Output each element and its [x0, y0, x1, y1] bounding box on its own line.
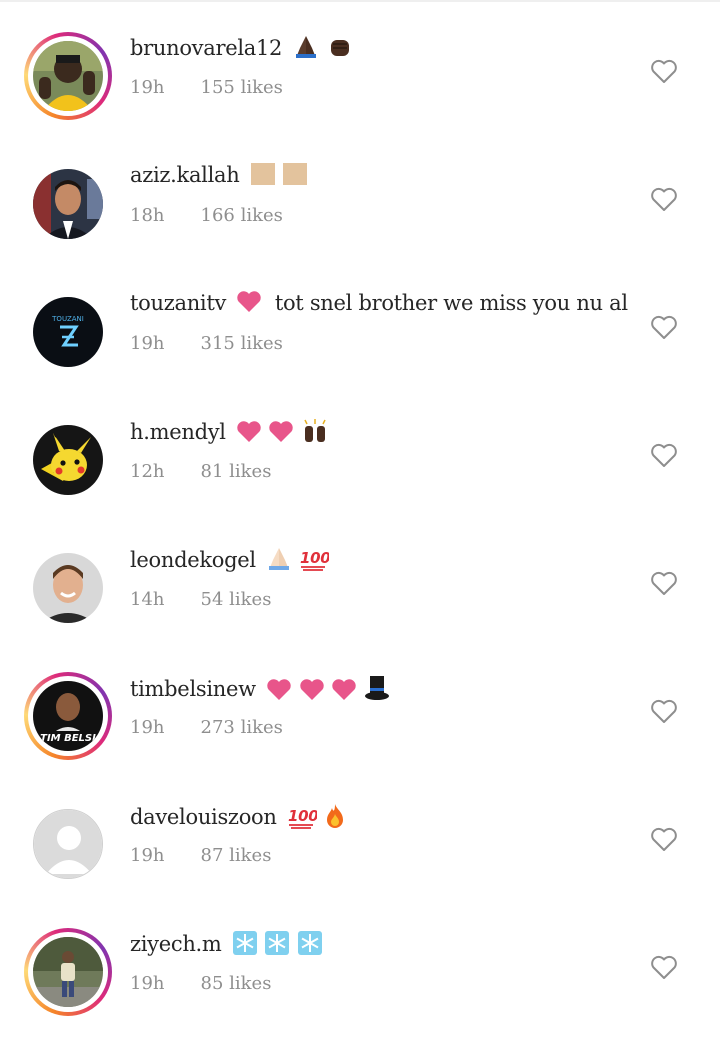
avatar-container — [24, 160, 112, 248]
comment-meta: 14h 54 likes — [130, 589, 271, 610]
pink-heart-icon — [332, 679, 356, 700]
svg-text:100: 100 — [300, 549, 329, 567]
default-avatar-icon — [34, 810, 102, 878]
snowflake-icon — [265, 931, 290, 955]
pink-heart-icon — [299, 679, 324, 700]
hundred-points-icon: 100 — [288, 807, 319, 829]
fire-icon — [327, 804, 344, 828]
comment-line: brunovarela12 — [130, 34, 353, 65]
comment-line: davelouiszoon 100 — [130, 802, 347, 835]
username[interactable]: h.mendyl — [130, 420, 226, 444]
timestamp: 19h — [130, 973, 165, 994]
story-ring[interactable] — [24, 928, 112, 1016]
timestamp: 19h — [130, 333, 165, 354]
avatar[interactable] — [33, 169, 103, 239]
avatar-container — [24, 544, 112, 632]
likes-count[interactable]: 85 likes — [201, 973, 272, 994]
comment-item: leondekogel 100 14h 54 likes — [0, 544, 720, 672]
comment-meta: 19h 87 likes — [130, 845, 271, 866]
comment-line: timbelsinew — [130, 674, 391, 707]
username[interactable]: ziyech.m — [130, 932, 222, 956]
username[interactable]: touzanitv — [130, 291, 226, 315]
story-ring[interactable] — [24, 32, 112, 120]
comment-item: aziz.kallah 18h 166 likes — [0, 160, 720, 288]
timestamp: 19h — [130, 717, 165, 738]
comment-line: ziyech.m — [130, 930, 323, 961]
pink-heart-icon — [269, 421, 294, 442]
avatar-container: TOUZANI — [24, 288, 112, 376]
timestamp: 19h — [130, 77, 165, 98]
avatar[interactable]: TIM BELSI — [33, 681, 103, 751]
timestamp: 14h — [130, 589, 165, 610]
pink-heart-icon — [237, 291, 262, 312]
comment-meta: 19h 85 likes — [130, 973, 271, 994]
comment-meta: 18h 166 likes — [130, 205, 283, 226]
logo-text: TIM BELSI — [40, 733, 96, 744]
svg-text:100: 100 — [288, 807, 317, 825]
avatar[interactable] — [33, 937, 103, 1007]
like-heart-icon[interactable] — [650, 570, 678, 596]
snowflake-icon — [297, 931, 322, 955]
avatar[interactable] — [33, 425, 103, 495]
avatar[interactable] — [33, 41, 103, 111]
story-ring[interactable]: TIM BELSI — [24, 672, 112, 760]
username[interactable]: davelouiszoon — [130, 805, 277, 829]
like-heart-icon[interactable] — [650, 186, 678, 212]
username[interactable]: aziz.kallah — [130, 163, 240, 187]
likes-count[interactable]: 87 likes — [201, 845, 272, 866]
comment-line: h.mendyl — [130, 418, 329, 449]
tan-square-icon — [283, 163, 308, 185]
likes-count[interactable]: 155 likes — [201, 77, 283, 98]
pink-heart-icon — [267, 679, 291, 700]
fist-icon — [330, 40, 349, 56]
comment-item: TOUZANI touzanitv tot snel brother we mi… — [0, 288, 720, 416]
avatar[interactable]: TOUZANI — [33, 297, 103, 367]
likes-count[interactable]: 54 likes — [201, 589, 272, 610]
avatar-container — [24, 416, 112, 504]
comment-meta: 12h 81 likes — [130, 461, 271, 482]
username[interactable]: timbelsinew — [130, 677, 256, 701]
praying-hands-icon — [296, 36, 317, 58]
top-divider — [0, 0, 720, 2]
timestamp: 19h — [130, 845, 165, 866]
like-heart-icon[interactable] — [650, 954, 678, 980]
comment-line: touzanitv tot snel brother we miss you n… — [130, 290, 628, 319]
hundred-points-icon: 100 — [300, 549, 330, 571]
username[interactable]: leondekogel — [130, 548, 256, 572]
top-hat-icon — [365, 676, 390, 700]
likes-count[interactable]: 166 likes — [201, 205, 283, 226]
like-heart-icon[interactable] — [650, 826, 678, 852]
like-heart-icon[interactable] — [650, 58, 678, 84]
comment-item: brunovarela12 19h 155 likes — [0, 32, 720, 160]
likes-count[interactable]: 81 likes — [201, 461, 272, 482]
like-heart-icon[interactable] — [650, 314, 678, 340]
comment-item: TIM BELSI timbelsinew 19h 273 likes — [0, 672, 720, 800]
timestamp: 18h — [130, 205, 165, 226]
comment-item: h.mendyl 12h 81 likes — [0, 416, 720, 544]
avatar-container — [24, 800, 112, 888]
avatar[interactable] — [33, 553, 103, 623]
pink-heart-icon — [237, 421, 261, 442]
likes-count[interactable]: 315 likes — [201, 333, 283, 354]
username[interactable]: brunovarela12 — [130, 36, 282, 60]
comment-text: tot snel brother we miss you nu al — [274, 291, 628, 315]
logo-text: TOUZANI — [51, 315, 84, 323]
comment-meta: 19h 315 likes — [130, 333, 283, 354]
praying-hands-icon — [269, 548, 290, 570]
avatar[interactable] — [33, 809, 103, 879]
likes-count[interactable]: 273 likes — [201, 717, 283, 738]
comment-line: leondekogel 100 — [130, 546, 330, 577]
comment-meta: 19h 273 likes — [130, 717, 283, 738]
comment-meta: 19h 155 likes — [130, 77, 283, 98]
snowflake-icon — [232, 931, 257, 955]
tan-square-icon — [250, 163, 275, 185]
like-heart-icon[interactable] — [650, 442, 678, 468]
comment-item: ziyech.m 19h 85 likes — [0, 928, 720, 1056]
raised-hands-icon — [304, 419, 326, 442]
comment-item: davelouiszoon 100 19h 87 likes — [0, 800, 720, 928]
comment-line: aziz.kallah — [130, 162, 308, 191]
timestamp: 12h — [130, 461, 165, 482]
like-heart-icon[interactable] — [650, 698, 678, 724]
